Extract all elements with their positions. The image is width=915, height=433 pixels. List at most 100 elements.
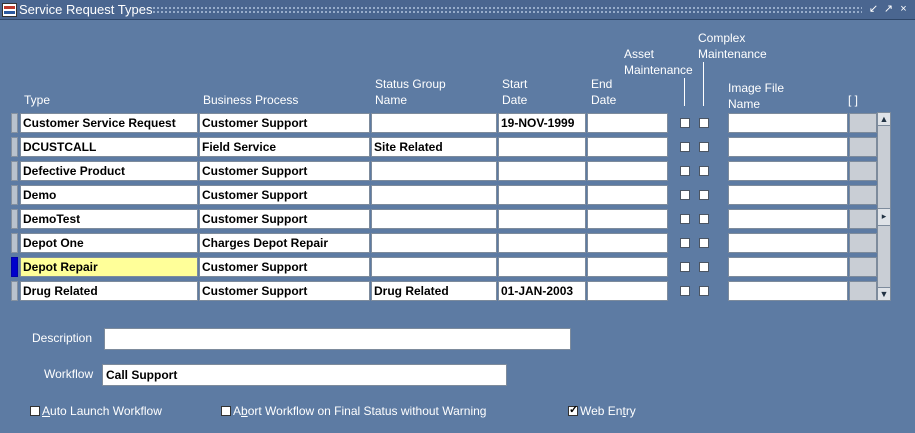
image-file-cell[interactable] [728, 209, 848, 229]
start-date-cell[interactable] [498, 209, 586, 229]
asset-maintenance-checkbox[interactable] [680, 118, 690, 128]
business-process-cell[interactable]: Customer Support [199, 281, 370, 301]
complex-maintenance-checkbox[interactable] [699, 286, 709, 296]
auto-launch-workflow-checkbox[interactable] [30, 406, 40, 416]
web-entry-checkbox[interactable] [568, 403, 578, 416]
business-process-cell[interactable]: Customer Support [199, 209, 370, 229]
column-header-image-file: Image File Name [728, 81, 785, 111]
flex-cell[interactable] [849, 209, 877, 229]
image-file-cell[interactable] [728, 185, 848, 205]
workflow-field[interactable]: Call Support [102, 364, 507, 386]
close-icon[interactable]: × [897, 3, 910, 16]
business-process-cell[interactable]: Customer Support [199, 185, 370, 205]
business-process-cell[interactable]: Field Service [199, 137, 370, 157]
row-indicator[interactable] [11, 185, 18, 205]
image-file-cell[interactable] [728, 257, 848, 277]
status-group-cell[interactable] [371, 257, 497, 277]
web-entry-label[interactable]: Web Entry [580, 403, 636, 419]
business-process-cell[interactable]: Customer Support [199, 113, 370, 133]
status-group-cell[interactable]: Drug Related [371, 281, 497, 301]
complex-maintenance-checkbox[interactable] [699, 238, 709, 248]
flex-cell[interactable] [849, 185, 877, 205]
row-indicator[interactable] [11, 233, 18, 253]
end-date-cell[interactable] [587, 281, 668, 301]
start-date-cell[interactable] [498, 161, 586, 181]
title-bar-texture [152, 6, 862, 14]
type-cell[interactable]: Depot One [20, 233, 198, 253]
flex-cell[interactable] [849, 161, 877, 181]
auto-launch-workflow-label[interactable]: Auto Launch Workflow [42, 403, 162, 419]
header-divider [684, 78, 685, 106]
abort-workflow-label[interactable]: Abort Workflow on Final Status without W… [233, 403, 486, 419]
image-file-cell[interactable] [728, 161, 848, 181]
complex-maintenance-checkbox[interactable] [699, 190, 709, 200]
type-cell[interactable]: Customer Service Request [20, 113, 198, 133]
vertical-scrollbar[interactable] [877, 112, 891, 301]
asset-maintenance-checkbox[interactable] [680, 166, 690, 176]
type-cell[interactable]: Drug Related [20, 281, 198, 301]
end-date-cell[interactable] [587, 161, 668, 181]
type-cell[interactable]: Demo [20, 185, 198, 205]
maximize-icon[interactable]: ↗ [882, 3, 895, 16]
business-process-cell[interactable]: Charges Depot Repair [199, 233, 370, 253]
type-cell[interactable]: DCUSTCALL [20, 137, 198, 157]
flex-cell[interactable] [849, 113, 877, 133]
end-date-cell[interactable] [587, 137, 668, 157]
abort-workflow-checkbox[interactable] [221, 406, 231, 416]
status-group-cell[interactable] [371, 185, 497, 205]
flex-cell[interactable] [849, 281, 877, 301]
flex-cell[interactable] [849, 137, 877, 157]
end-date-cell[interactable] [587, 233, 668, 253]
row-indicator[interactable] [11, 209, 18, 229]
scroll-up-icon[interactable]: ▲ [877, 112, 891, 126]
start-date-cell[interactable]: 19-NOV-1999 [498, 113, 586, 133]
end-date-cell[interactable] [587, 185, 668, 205]
asset-maintenance-checkbox[interactable] [680, 142, 690, 152]
flex-cell[interactable] [849, 233, 877, 253]
flex-cell[interactable] [849, 257, 877, 277]
start-date-cell[interactable] [498, 257, 586, 277]
asset-maintenance-checkbox[interactable] [680, 190, 690, 200]
end-date-cell[interactable] [587, 257, 668, 277]
status-group-cell[interactable]: Site Related [371, 137, 497, 157]
complex-maintenance-checkbox[interactable] [699, 166, 709, 176]
image-file-cell[interactable] [728, 233, 848, 253]
start-date-cell[interactable] [498, 137, 586, 157]
asset-maintenance-checkbox[interactable] [680, 286, 690, 296]
end-date-cell[interactable] [587, 209, 668, 229]
asset-maintenance-checkbox[interactable] [680, 214, 690, 224]
status-group-cell[interactable] [371, 161, 497, 181]
row-indicator[interactable] [11, 161, 18, 181]
row-indicator[interactable] [11, 113, 18, 133]
status-group-cell[interactable] [371, 209, 497, 229]
business-process-cell[interactable]: Customer Support [199, 161, 370, 181]
image-file-cell[interactable] [728, 137, 848, 157]
start-date-cell[interactable] [498, 233, 586, 253]
description-field[interactable] [104, 328, 571, 350]
row-indicator[interactable] [11, 281, 18, 301]
complex-maintenance-checkbox[interactable] [699, 142, 709, 152]
type-cell[interactable]: Defective Product [20, 161, 198, 181]
status-group-cell[interactable] [371, 113, 497, 133]
start-date-cell[interactable] [498, 185, 586, 205]
complex-maintenance-checkbox[interactable] [699, 118, 709, 128]
asset-maintenance-checkbox[interactable] [680, 262, 690, 272]
column-header-type: Type [24, 93, 51, 107]
column-header-start-date: Start Date [502, 77, 528, 107]
end-date-cell[interactable] [587, 113, 668, 133]
row-indicator[interactable] [11, 137, 18, 157]
business-process-cell[interactable]: Customer Support [199, 257, 370, 277]
complex-maintenance-checkbox[interactable] [699, 262, 709, 272]
type-cell[interactable]: DemoTest [20, 209, 198, 229]
start-date-cell[interactable]: 01-JAN-2003 [498, 281, 586, 301]
scroll-down-icon[interactable]: ▼ [877, 287, 891, 301]
minimize-icon[interactable]: ↙ [867, 3, 880, 16]
image-file-cell[interactable] [728, 281, 848, 301]
complex-maintenance-checkbox[interactable] [699, 214, 709, 224]
status-group-cell[interactable] [371, 233, 497, 253]
image-file-cell[interactable] [728, 113, 848, 133]
scrollbar-thumb[interactable]: ▸ [877, 208, 891, 226]
asset-maintenance-checkbox[interactable] [680, 238, 690, 248]
type-cell[interactable]: Depot Repair [20, 257, 198, 277]
current-row-indicator[interactable] [11, 257, 18, 277]
